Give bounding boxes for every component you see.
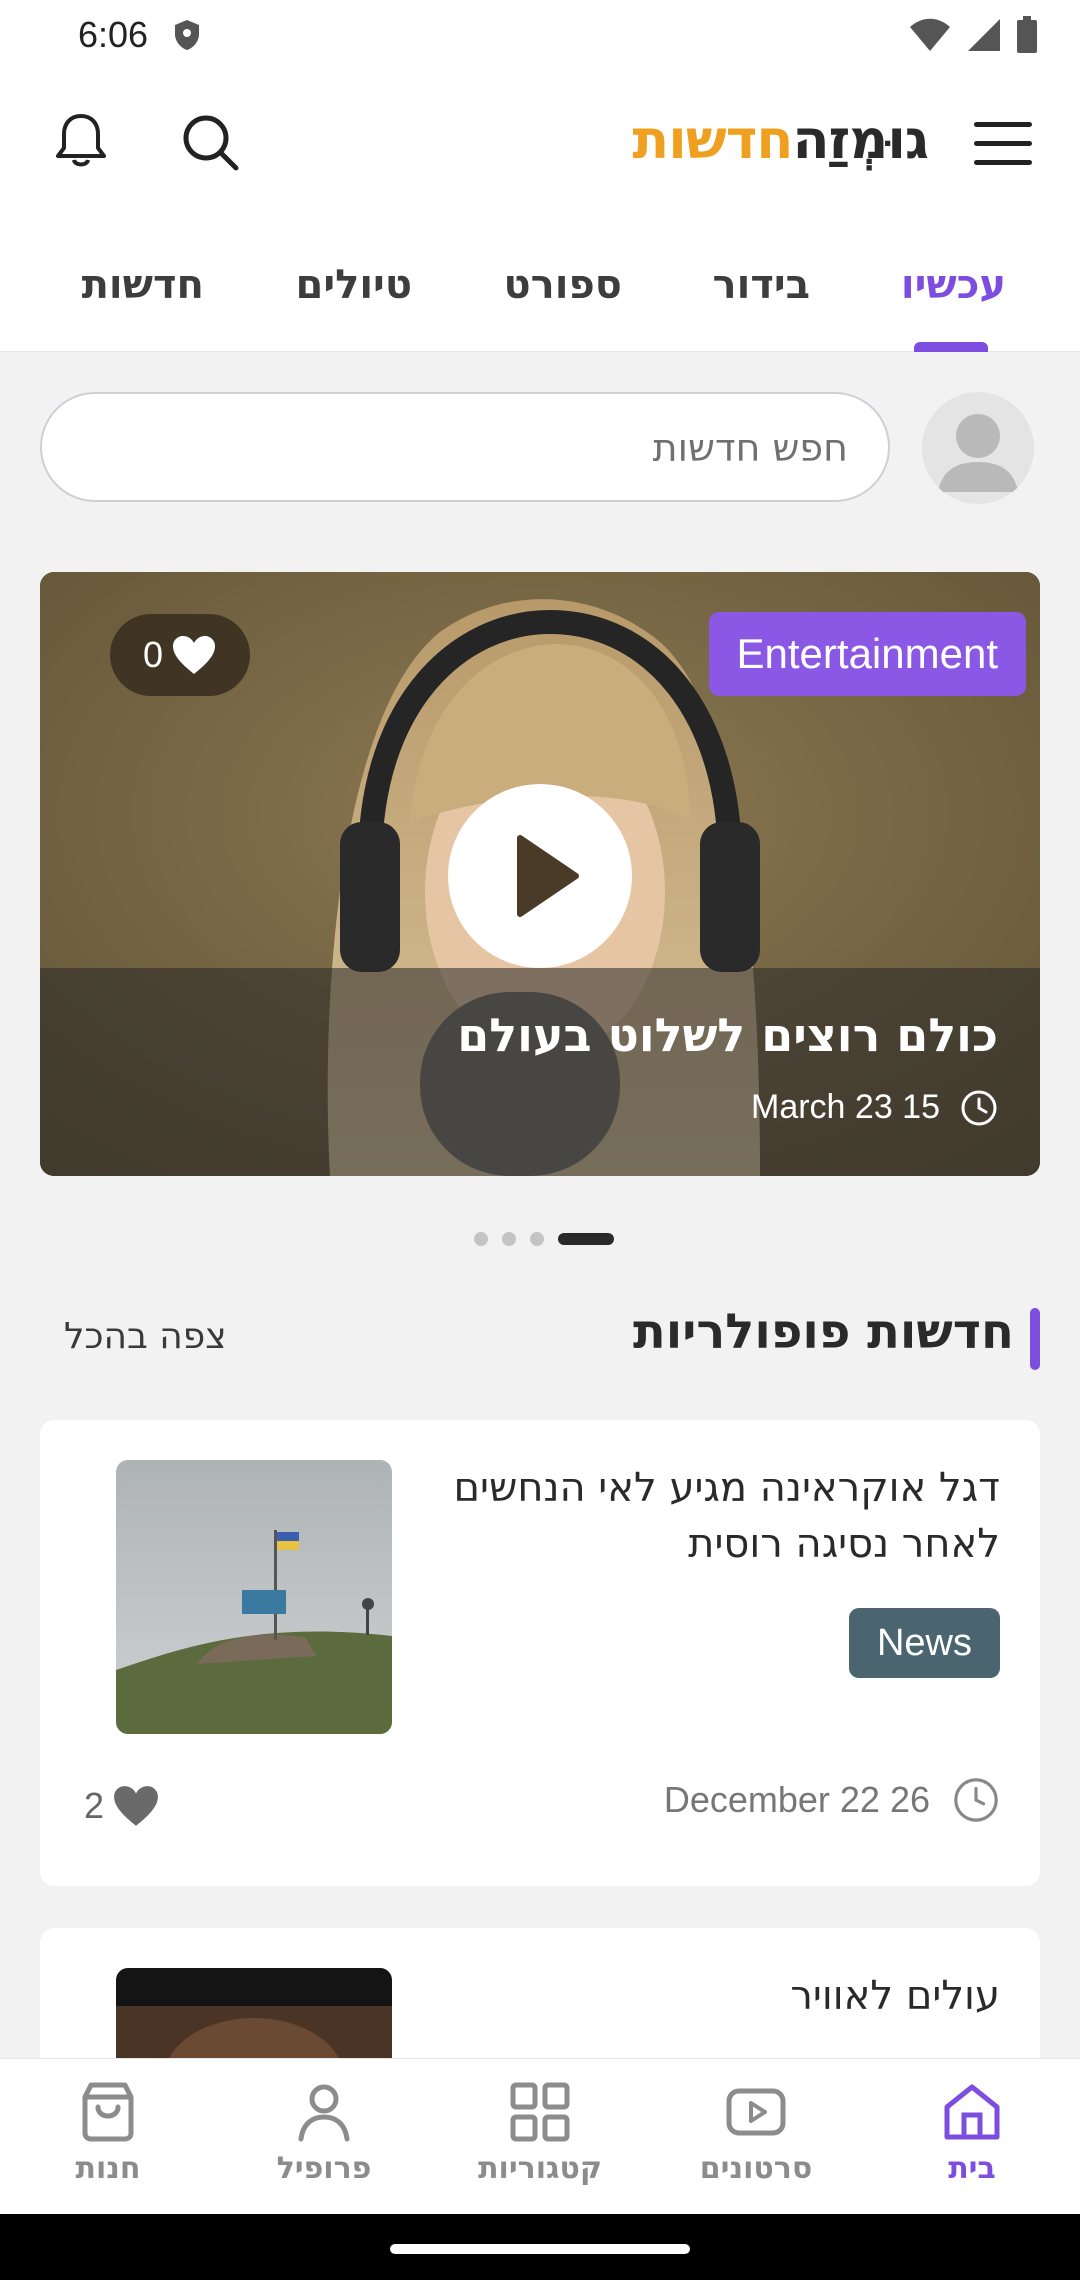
status-icons xyxy=(908,16,1038,54)
nav-profile-label: פרופיל xyxy=(276,2151,372,2186)
nav-categories[interactable]: קטגוריות xyxy=(450,2079,630,2186)
article-like-count: 2 xyxy=(84,1785,105,1826)
hero-like-button[interactable]: 0 xyxy=(110,614,250,696)
nav-home[interactable]: בית xyxy=(882,2079,1062,2186)
person-icon xyxy=(298,2084,350,2142)
status-time: 6:06 xyxy=(78,14,149,55)
article-like-button[interactable]: 2 xyxy=(84,1784,160,1828)
carousel-dot[interactable] xyxy=(530,1232,544,1246)
tab-sports[interactable]: ספורט xyxy=(504,262,622,308)
avatar[interactable] xyxy=(922,392,1034,504)
see-all-link[interactable]: צפה בהכל xyxy=(64,1316,227,1357)
grid-icon xyxy=(510,2082,570,2142)
system-gesture-area xyxy=(0,2214,1080,2280)
carousel-indicator xyxy=(474,1232,614,1246)
search-field[interactable] xyxy=(40,392,890,502)
category-tabs: עכשיו בידור ספורט טיולים חדשות xyxy=(0,232,1080,352)
hero-caption-overlay xyxy=(40,968,1040,1176)
hero-category-badge: Entertainment xyxy=(708,612,1026,696)
app-logo: גוּמְזַהחדשות xyxy=(632,108,929,171)
article-category-badge: News xyxy=(848,1608,1000,1678)
article-date: December 22 26 xyxy=(663,1779,930,1820)
hero-like-count: 0 xyxy=(142,634,164,675)
search-icon[interactable] xyxy=(180,112,240,172)
bottom-navigation: בית סרטונים קטגוריות פרופיל חנות xyxy=(0,2058,1080,2214)
nav-videos-label: סרטונים xyxy=(699,2151,813,2186)
play-button[interactable] xyxy=(448,784,632,968)
hero-date-row: March 23 15 xyxy=(751,1088,998,1127)
app-header: גוּמְזַהחדשות xyxy=(0,72,1080,232)
active-tab-indicator xyxy=(914,342,988,352)
nav-profile[interactable]: פרופיל xyxy=(234,2079,414,2186)
carousel-dot-active[interactable] xyxy=(558,1233,614,1245)
section-accent-bar xyxy=(1030,1308,1040,1370)
tab-now[interactable]: עכשיו xyxy=(901,262,1006,308)
article-card[interactable]: דגל אוקראינה מגיע לאי הנחשים לאחר נסיגה … xyxy=(40,1420,1040,1886)
heart-icon xyxy=(114,1786,158,1826)
article-date-row: December 22 26 xyxy=(664,1776,1000,1824)
wifi-icon xyxy=(910,18,950,51)
shield-icon xyxy=(175,20,199,50)
tab-trips[interactable]: טיולים xyxy=(295,262,412,308)
article-title[interactable]: דגל אוקראינה מגיע לאי הנחשים לאחר נסיגה … xyxy=(420,1460,1000,1572)
nav-videos[interactable]: סרטונים xyxy=(666,2079,846,2186)
home-icon xyxy=(944,2084,1000,2140)
section-title: חדשות פופולריות xyxy=(633,1304,1014,1360)
signal-icon xyxy=(968,19,1000,51)
carousel-dot[interactable] xyxy=(474,1232,488,1246)
tab-entertainment[interactable]: בידור xyxy=(713,262,811,308)
nav-categories-label: קטגוריות xyxy=(478,2151,602,2186)
clock-icon xyxy=(954,1778,998,1822)
status-bar: 6:06 xyxy=(0,0,1080,72)
bell-icon[interactable] xyxy=(54,110,108,170)
nav-shop[interactable]: חנות xyxy=(18,2079,198,2186)
nav-shop-label: חנות xyxy=(75,2151,141,2186)
tab-news[interactable]: חדשות xyxy=(82,262,204,308)
featured-video-card[interactable]: 0 Entertainment כולם רוצים לשלוט בעולם M… xyxy=(40,572,1040,1176)
battery-icon xyxy=(1017,16,1037,53)
clock-icon xyxy=(961,1090,997,1125)
hero-date: March 23 15 xyxy=(751,1088,940,1126)
article-thumbnail xyxy=(116,1460,392,1734)
heart-icon xyxy=(173,636,216,674)
search-input[interactable] xyxy=(88,418,848,478)
user-placeholder-icon xyxy=(938,414,1018,492)
logo-part2: חדשות xyxy=(632,108,793,171)
shopping-bag-icon xyxy=(82,2082,134,2142)
article-title[interactable]: עולים לאוויר xyxy=(420,1968,1000,2024)
nav-home-label: בית xyxy=(948,2151,996,2186)
logo-part1: גוּמְזַה xyxy=(792,108,929,171)
hero-title[interactable]: כולם רוצים לשלוט בעולם xyxy=(457,1008,998,1062)
menu-icon[interactable] xyxy=(974,122,1032,166)
play-icon xyxy=(517,835,579,917)
video-icon xyxy=(726,2088,786,2136)
screen: 6:06 גוּמְזַהחדשות עכשיו בידור ספורט טיו… xyxy=(0,0,1080,2280)
home-gesture-bar[interactable] xyxy=(390,2244,690,2254)
carousel-dot[interactable] xyxy=(502,1232,516,1246)
